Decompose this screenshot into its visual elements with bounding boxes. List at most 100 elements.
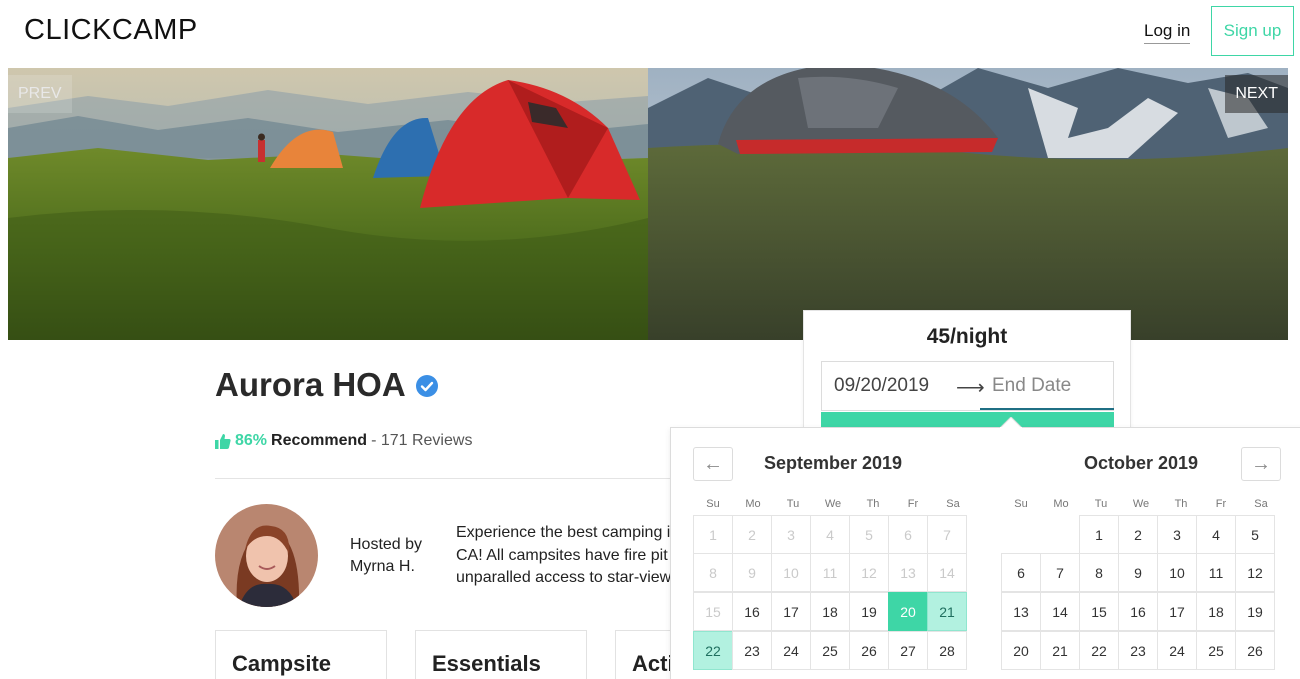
calendar-day[interactable]: 19 bbox=[1235, 592, 1275, 631]
weekday-label: Tu bbox=[786, 498, 800, 510]
calendar-day[interactable]: 25 bbox=[1196, 631, 1236, 670]
calendar-day[interactable]: 22 bbox=[693, 631, 733, 670]
description-line: Experience the best camping i bbox=[456, 524, 671, 541]
calendar-day: 7 bbox=[927, 515, 967, 554]
host-avatar bbox=[215, 504, 318, 607]
calendar-day[interactable]: 13 bbox=[1001, 592, 1041, 631]
calendar-day: 13 bbox=[888, 553, 928, 592]
recommend-summary: 86% Recommend - 171 Reviews bbox=[215, 432, 472, 450]
calendar-day[interactable]: 9 bbox=[1118, 553, 1158, 592]
calendar-day: 1 bbox=[693, 515, 733, 554]
gallery-prev-button[interactable]: PREV bbox=[8, 75, 72, 113]
calendar-day[interactable]: 18 bbox=[1196, 592, 1236, 631]
calendar-day[interactable]: 1 bbox=[1079, 515, 1119, 554]
calendar-day[interactable]: 15 bbox=[1079, 592, 1119, 631]
calendar-day: 2 bbox=[732, 515, 772, 554]
hosted-by-label: Hosted by bbox=[350, 536, 423, 553]
calendar-day[interactable]: 16 bbox=[1118, 592, 1158, 631]
calendar-day[interactable]: 6 bbox=[1001, 553, 1041, 592]
calendar-day[interactable]: 12 bbox=[1235, 553, 1275, 592]
gallery-image-left bbox=[8, 68, 648, 340]
calendar-day[interactable]: 5 bbox=[1235, 515, 1275, 554]
calendar-day[interactable]: 23 bbox=[1118, 631, 1158, 670]
calendar-day: 10 bbox=[771, 553, 811, 592]
calendar-day[interactable]: 23 bbox=[732, 631, 772, 670]
calendar-day: 6 bbox=[888, 515, 928, 554]
calendar-day: 8 bbox=[693, 553, 733, 592]
calendar-week: 22 23 24 25 26 27 28 bbox=[693, 631, 974, 671]
calendar-week: 1234567 bbox=[693, 515, 974, 554]
weekday-label: Sa bbox=[1254, 498, 1268, 510]
calendar-day[interactable]: 26 bbox=[1235, 631, 1275, 670]
calendar-day: 11 bbox=[810, 553, 850, 592]
month-title-september: September 2019 bbox=[763, 453, 903, 473]
signup-button[interactable]: Sign up bbox=[1211, 6, 1294, 56]
calendar-day[interactable]: 10 bbox=[1157, 553, 1197, 592]
calendar-day[interactable]: 17 bbox=[1157, 592, 1197, 631]
calendar-day[interactable]: 21 bbox=[927, 592, 967, 631]
calendar-day[interactable]: 26 bbox=[849, 631, 889, 670]
weekday-label: Su bbox=[706, 498, 720, 510]
recommend-label: Recommend bbox=[271, 432, 368, 449]
host-name[interactable]: Myrna H. bbox=[350, 556, 422, 578]
nightly-price: 45/night bbox=[926, 325, 1008, 348]
recommend-percent: 86% bbox=[235, 432, 268, 449]
calendar-day[interactable]: 7 bbox=[1040, 553, 1080, 592]
calendar-week: 12345 bbox=[1001, 515, 1282, 554]
listing-title: Aurora HOA bbox=[215, 366, 406, 403]
weekday-label: Su bbox=[1014, 498, 1028, 510]
calendar-day[interactable]: 20 bbox=[888, 592, 928, 631]
calendar-day[interactable]: 19 bbox=[849, 592, 889, 631]
calendar-day: 3 bbox=[771, 515, 811, 554]
calendar-week: 8 9 10 11 12 13 14 bbox=[693, 553, 974, 593]
month-grid-october: 1 2 3 4 5 6 7 8 9 10 11 12 13 14 15 16 17 18 19 20 21 22 23 24 2… bbox=[1001, 515, 1282, 671]
hosted-by: Hosted by Myrna H. bbox=[350, 534, 422, 578]
section-divider bbox=[215, 478, 685, 479]
card-campsite: Campsite bbox=[215, 630, 387, 679]
calendar-day[interactable]: 3 bbox=[1157, 515, 1197, 554]
calendar-day[interactable]: 4 bbox=[1196, 515, 1236, 554]
top-header: CLICKCAMP Log in Sign up bbox=[0, 0, 1300, 68]
calendar-day[interactable]: 14 bbox=[1040, 592, 1080, 631]
calendar-week: 6 7 8 9 10 11 12 bbox=[1001, 553, 1282, 593]
calendar-week: 15 16 17 18 19 20 21 bbox=[693, 592, 974, 632]
thumbs-up-icon bbox=[215, 434, 231, 449]
weekday-header: Su Mo Tu We Th Fr Sa bbox=[693, 498, 973, 510]
calendar-day[interactable]: 18 bbox=[810, 592, 850, 631]
listing-description: Experience the best camping i CA! All ca… bbox=[456, 522, 686, 590]
logo[interactable]: CLICKCAMP bbox=[24, 14, 198, 47]
start-date-input[interactable]: 09/20/2019 bbox=[834, 375, 929, 397]
calendar-day[interactable]: 27 bbox=[888, 631, 928, 670]
calendar-day: 5 bbox=[849, 515, 889, 554]
calendar-day[interactable]: 16 bbox=[732, 592, 772, 631]
card-essentials: Essentials bbox=[415, 630, 587, 679]
calendar-day[interactable]: 21 bbox=[1040, 631, 1080, 670]
photo-gallery: PREV NEXT bbox=[8, 68, 1288, 340]
weekday-label: Mo bbox=[1053, 498, 1069, 510]
calendar-day[interactable]: 8 bbox=[1079, 553, 1119, 592]
weekday-label: Th bbox=[866, 498, 880, 510]
calendar-day[interactable]: 17 bbox=[771, 592, 811, 631]
weekday-label: Tu bbox=[1094, 498, 1108, 510]
gallery-next-button[interactable]: NEXT bbox=[1225, 75, 1288, 113]
weekday-label: We bbox=[1132, 498, 1150, 510]
calendar-day[interactable]: 11 bbox=[1196, 553, 1236, 592]
end-date-input[interactable]: End Date bbox=[980, 364, 1114, 410]
gallery-image-right bbox=[648, 68, 1288, 340]
verified-check-icon bbox=[416, 375, 438, 397]
description-line: CA! All campsites have fire pit bbox=[456, 546, 668, 564]
calendar-week: 13 14 15 16 17 18 19 bbox=[1001, 592, 1282, 632]
calendar-day[interactable]: 20 bbox=[1001, 631, 1041, 670]
calendar-day[interactable]: 2 bbox=[1118, 515, 1158, 554]
calendar-day[interactable]: 24 bbox=[1157, 631, 1197, 670]
calendar-day[interactable]: 28 bbox=[927, 631, 967, 670]
login-link[interactable]: Log in bbox=[1144, 20, 1191, 44]
calendar-day[interactable]: 25 bbox=[810, 631, 850, 670]
date-picker: ← → September 2019 October 2019 Su Mo Tu We… bbox=[670, 427, 1300, 679]
calendar-day[interactable]: 24 bbox=[771, 631, 811, 670]
calendar-day[interactable]: 22 bbox=[1079, 631, 1119, 670]
booking-widget: 45/night 09/20/2019 ⟶ End Date bbox=[803, 310, 1131, 431]
weekday-label: Fr bbox=[907, 498, 919, 510]
weekday-header: Su Mo Tu We Th Fr Sa bbox=[1001, 498, 1281, 510]
reviews-link[interactable]: - 171 Reviews bbox=[371, 432, 472, 450]
